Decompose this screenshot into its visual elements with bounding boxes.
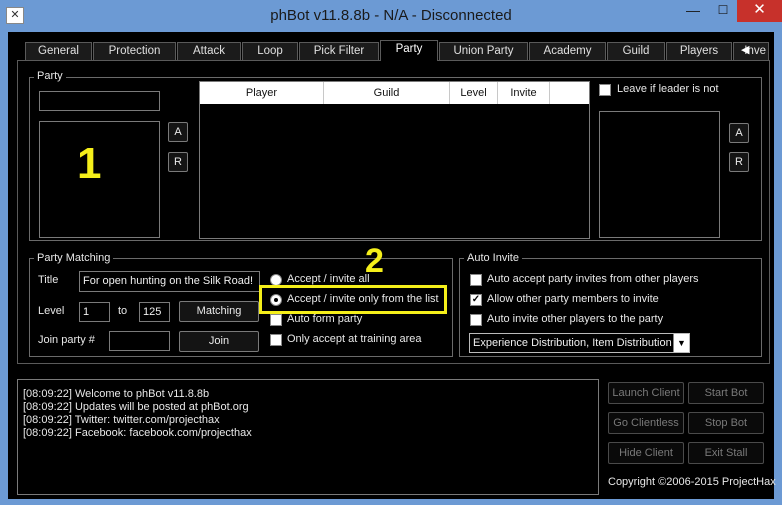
leader-remove-button[interactable]: R xyxy=(729,152,749,172)
level-from-input[interactable]: 1 xyxy=(79,302,110,322)
allow-members-invite-label: Allow other party members to invite xyxy=(487,293,659,305)
party-matching-label: Party Matching xyxy=(34,252,114,265)
title-input[interactable]: For open hunting on the Silk Road! xyxy=(79,271,260,292)
join-party-input[interactable] xyxy=(109,331,170,351)
auto-form-party-checkbox[interactable] xyxy=(270,314,282,326)
party-name-input[interactable] xyxy=(39,91,160,111)
tab-pick-filter[interactable]: Pick Filter xyxy=(299,42,379,60)
window-title: phBot v11.8.8b - N/A - Disconnected xyxy=(270,7,512,24)
tab-protection[interactable]: Protection xyxy=(93,42,176,60)
auto-invite-players-checkbox[interactable] xyxy=(470,314,482,326)
hide-client-button[interactable]: Hide Client xyxy=(608,442,684,464)
start-bot-button[interactable]: Start Bot xyxy=(688,382,764,404)
dropdown-arrow-icon[interactable]: ▼ xyxy=(673,334,689,352)
level-to-input[interactable]: 125 xyxy=(139,302,170,322)
party-table[interactable] xyxy=(199,81,590,239)
level-label: Level xyxy=(38,305,65,317)
log-line: [08:09:22] Facebook: facebook.com/projec… xyxy=(23,427,252,439)
party-add-button[interactable]: A xyxy=(168,122,188,142)
window-frame-bottom xyxy=(0,499,782,505)
annotation-2: 2 xyxy=(365,242,384,280)
column-header-guild[interactable]: Guild xyxy=(324,82,450,104)
leader-add-button[interactable]: A xyxy=(729,123,749,143)
party-group-label: Party xyxy=(34,70,66,83)
window-frame-left xyxy=(0,32,8,505)
maximize-button[interactable]: ☐ xyxy=(709,0,737,22)
training-area-label: Only accept at training area xyxy=(287,333,422,345)
training-area-checkbox[interactable] xyxy=(270,334,282,346)
exit-stall-button[interactable]: Exit Stall xyxy=(688,442,764,464)
leave-if-leader-label: Leave if leader is not xyxy=(617,83,719,95)
tab-guild[interactable]: Guild xyxy=(607,42,665,60)
column-header-player[interactable]: Player xyxy=(200,82,324,104)
tab-union-party[interactable]: Union Party xyxy=(439,42,528,60)
annotation-highlight-box xyxy=(259,285,447,314)
allow-members-invite-checkbox[interactable]: ✓ xyxy=(470,294,482,306)
column-header-invite[interactable]: Invite xyxy=(498,82,550,104)
auto-form-party-label: Auto form party xyxy=(287,313,363,325)
tab-academy[interactable]: Academy xyxy=(529,42,606,60)
join-button[interactable]: Join xyxy=(179,331,259,352)
minimize-button[interactable]: — xyxy=(677,0,709,22)
go-clientless-button[interactable]: Go Clientless xyxy=(608,412,684,434)
distribution-select[interactable]: Experience Distribution, Item Distributi… xyxy=(469,333,690,353)
log-line: [08:09:22] Welcome to phBot v11.8.8b xyxy=(23,388,210,400)
auto-invite-players-label: Auto invite other players to the party xyxy=(487,313,664,325)
tab-scroll-left-icon[interactable]: ◀ xyxy=(741,44,749,56)
column-header-level[interactable]: Level xyxy=(450,82,498,104)
close-button[interactable]: ✕ xyxy=(737,0,782,22)
tab-loop[interactable]: Loop xyxy=(242,42,298,60)
auto-accept-invites-label: Auto accept party invites from other pla… xyxy=(487,273,699,285)
auto-accept-invites-checkbox[interactable] xyxy=(470,274,482,286)
window-frame-right xyxy=(774,32,782,505)
tab-general[interactable]: General xyxy=(25,42,92,60)
stop-bot-button[interactable]: Stop Bot xyxy=(688,412,764,434)
log-line: [08:09:22] Twitter: twitter.com/projecth… xyxy=(23,414,220,426)
copyright-text: Copyright ©2006-2015 ProjectHax xyxy=(608,476,776,488)
auto-invite-label: Auto Invite xyxy=(464,252,522,265)
party-remove-button[interactable]: R xyxy=(168,152,188,172)
join-party-label: Join party # xyxy=(38,334,95,346)
leader-list[interactable] xyxy=(599,111,720,238)
level-to-label: to xyxy=(118,305,128,317)
accept-invite-all-label: Accept / invite all xyxy=(287,273,370,285)
leave-if-leader-checkbox[interactable] xyxy=(599,84,611,96)
tab-players[interactable]: Players xyxy=(666,42,732,60)
title-label: Title xyxy=(38,274,59,286)
annotation-1: 1 xyxy=(77,139,102,188)
matching-button[interactable]: Matching xyxy=(179,301,259,322)
launch-client-button[interactable]: Launch Client xyxy=(608,382,684,404)
tab-scroll-arrows[interactable]: ◀ xyxy=(741,43,773,59)
tab-attack[interactable]: Attack xyxy=(177,42,241,60)
tab-party[interactable]: Party xyxy=(380,40,438,61)
log-line: [08:09:22] Updates will be posted at phB… xyxy=(23,401,249,413)
